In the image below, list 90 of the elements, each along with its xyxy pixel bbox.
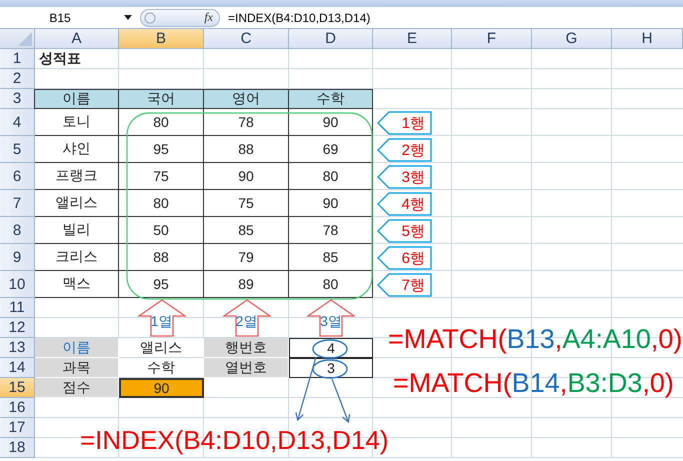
column-header[interactable]: F bbox=[452, 29, 532, 49]
column-header[interactable]: E bbox=[373, 29, 452, 49]
row-callout: 6행 bbox=[377, 246, 433, 270]
column-header[interactable]: H bbox=[612, 29, 683, 49]
row-header[interactable]: 1 bbox=[0, 49, 35, 69]
row-header[interactable]: 8 bbox=[0, 217, 35, 244]
table-cell[interactable]: 3 bbox=[289, 358, 373, 378]
row-header[interactable]: 10 bbox=[0, 271, 35, 298]
row-callout: 3행 bbox=[377, 165, 433, 189]
table-cell[interactable]: 토니 bbox=[35, 109, 119, 136]
row-callout: 4행 bbox=[377, 192, 433, 216]
table-cell[interactable]: 90 bbox=[289, 109, 373, 136]
row-header[interactable]: 13 bbox=[0, 338, 35, 358]
table-cell[interactable]: 85 bbox=[204, 217, 289, 244]
expand-handle-icon[interactable] bbox=[144, 12, 156, 24]
table-cell[interactable]: 80 bbox=[289, 271, 373, 298]
row-header[interactable]: 18 bbox=[0, 438, 35, 458]
row-header[interactable]: 5 bbox=[0, 136, 35, 163]
row-header[interactable]: 17 bbox=[0, 418, 35, 438]
table-cell[interactable]: 80 bbox=[119, 109, 204, 136]
row-header[interactable]: 15 bbox=[0, 378, 35, 398]
table-cell[interactable]: 95 bbox=[119, 271, 204, 298]
row-header[interactable]: 7 bbox=[0, 190, 35, 217]
row-header[interactable]: 12 bbox=[0, 318, 35, 338]
table-cell[interactable]: 78 bbox=[204, 109, 289, 136]
row-callout: 7행 bbox=[377, 273, 433, 297]
formula-annotation: =MATCH(B13,A4:A10,0) bbox=[388, 323, 682, 356]
column-header[interactable]: D bbox=[289, 29, 373, 49]
table-cell[interactable]: 이름 bbox=[35, 338, 119, 358]
table-cell[interactable]: 85 bbox=[289, 244, 373, 271]
table-cell[interactable]: 90 bbox=[204, 163, 289, 190]
column-header[interactable]: B bbox=[119, 29, 204, 49]
table-cell[interactable]: 앨리스 bbox=[35, 190, 119, 217]
table-cell[interactable]: 빌리 bbox=[35, 217, 119, 244]
column-heading-cell[interactable]: 이름 bbox=[34, 89, 119, 109]
table-cell[interactable]: 75 bbox=[204, 190, 289, 217]
table-cell[interactable]: 78 bbox=[289, 217, 373, 244]
table-cell[interactable]: 4 bbox=[289, 338, 373, 358]
circle-mark bbox=[312, 359, 348, 379]
table-cell[interactable]: 89 bbox=[204, 271, 289, 298]
column-header[interactable]: A bbox=[35, 29, 119, 49]
table-cell[interactable]: 맥스 bbox=[35, 271, 119, 298]
column-heading-cell[interactable]: 영어 bbox=[203, 89, 289, 109]
row-header[interactable]: 6 bbox=[0, 163, 35, 190]
table-cell[interactable]: 90 bbox=[119, 378, 204, 398]
table-cell[interactable]: 크리스 bbox=[35, 244, 119, 271]
column-header[interactable]: G bbox=[532, 29, 612, 49]
table-cell[interactable]: 샤인 bbox=[35, 136, 119, 163]
row-header[interactable]: 11 bbox=[0, 298, 35, 318]
table-cell[interactable]: 69 bbox=[289, 136, 373, 163]
insert-function-button[interactable]: fx bbox=[204, 10, 213, 25]
table-cell[interactable]: 88 bbox=[119, 244, 204, 271]
column-header[interactable]: C bbox=[204, 29, 289, 49]
row-callout: 1행 bbox=[377, 111, 433, 135]
row-header[interactable]: 16 bbox=[0, 398, 35, 418]
column-heading-cell[interactable]: 수학 bbox=[288, 89, 373, 109]
table-cell[interactable]: 75 bbox=[119, 163, 204, 190]
table-cell[interactable]: 과목 bbox=[35, 358, 119, 378]
arrow-callout: 1열 bbox=[138, 299, 186, 337]
row-header[interactable]: 14 bbox=[0, 358, 35, 378]
table-cell[interactable]: 행번호 bbox=[204, 338, 289, 358]
circle-mark bbox=[312, 339, 348, 359]
table-cell[interactable]: 80 bbox=[289, 163, 373, 190]
formula-field[interactable]: =INDEX(B4:D10,D13,D14) bbox=[220, 10, 370, 24]
table-cell[interactable]: 프랭크 bbox=[35, 163, 119, 190]
formula-annotation: =MATCH(B14,B3:D3,0) bbox=[393, 367, 674, 400]
row-header[interactable]: 2 bbox=[0, 69, 35, 89]
sheet-title[interactable]: 성적표 bbox=[35, 49, 119, 69]
table-cell[interactable]: 열번호 bbox=[204, 358, 289, 378]
arrow bbox=[331, 378, 350, 423]
column-heading-cell[interactable]: 국어 bbox=[118, 89, 204, 109]
table-cell[interactable]: 79 bbox=[204, 244, 289, 271]
select-all-corner[interactable] bbox=[0, 29, 35, 49]
name-box[interactable]: B15 bbox=[0, 10, 120, 24]
formula-annotation: =INDEX(B4:D10,D13,D14) bbox=[80, 425, 389, 456]
row-header[interactable]: 3 bbox=[0, 89, 35, 109]
row-header[interactable]: 9 bbox=[0, 244, 35, 271]
row-callout: 2행 bbox=[377, 138, 433, 162]
table-cell[interactable]: 95 bbox=[119, 136, 204, 163]
table-cell[interactable]: 88 bbox=[204, 136, 289, 163]
select-all-icon[interactable] bbox=[18, 32, 32, 46]
table-cell[interactable]: 90 bbox=[289, 190, 373, 217]
arrow bbox=[295, 356, 317, 421]
table-cell[interactable]: 80 bbox=[119, 190, 204, 217]
row-header[interactable]: 4 bbox=[0, 109, 35, 136]
table-cell[interactable]: 점수 bbox=[35, 378, 119, 398]
arrow-callout: 3열 bbox=[307, 299, 355, 337]
table-cell[interactable]: 50 bbox=[119, 217, 204, 244]
dropdown-caret-icon[interactable] bbox=[124, 15, 132, 20]
row-callout: 5행 bbox=[377, 219, 433, 243]
